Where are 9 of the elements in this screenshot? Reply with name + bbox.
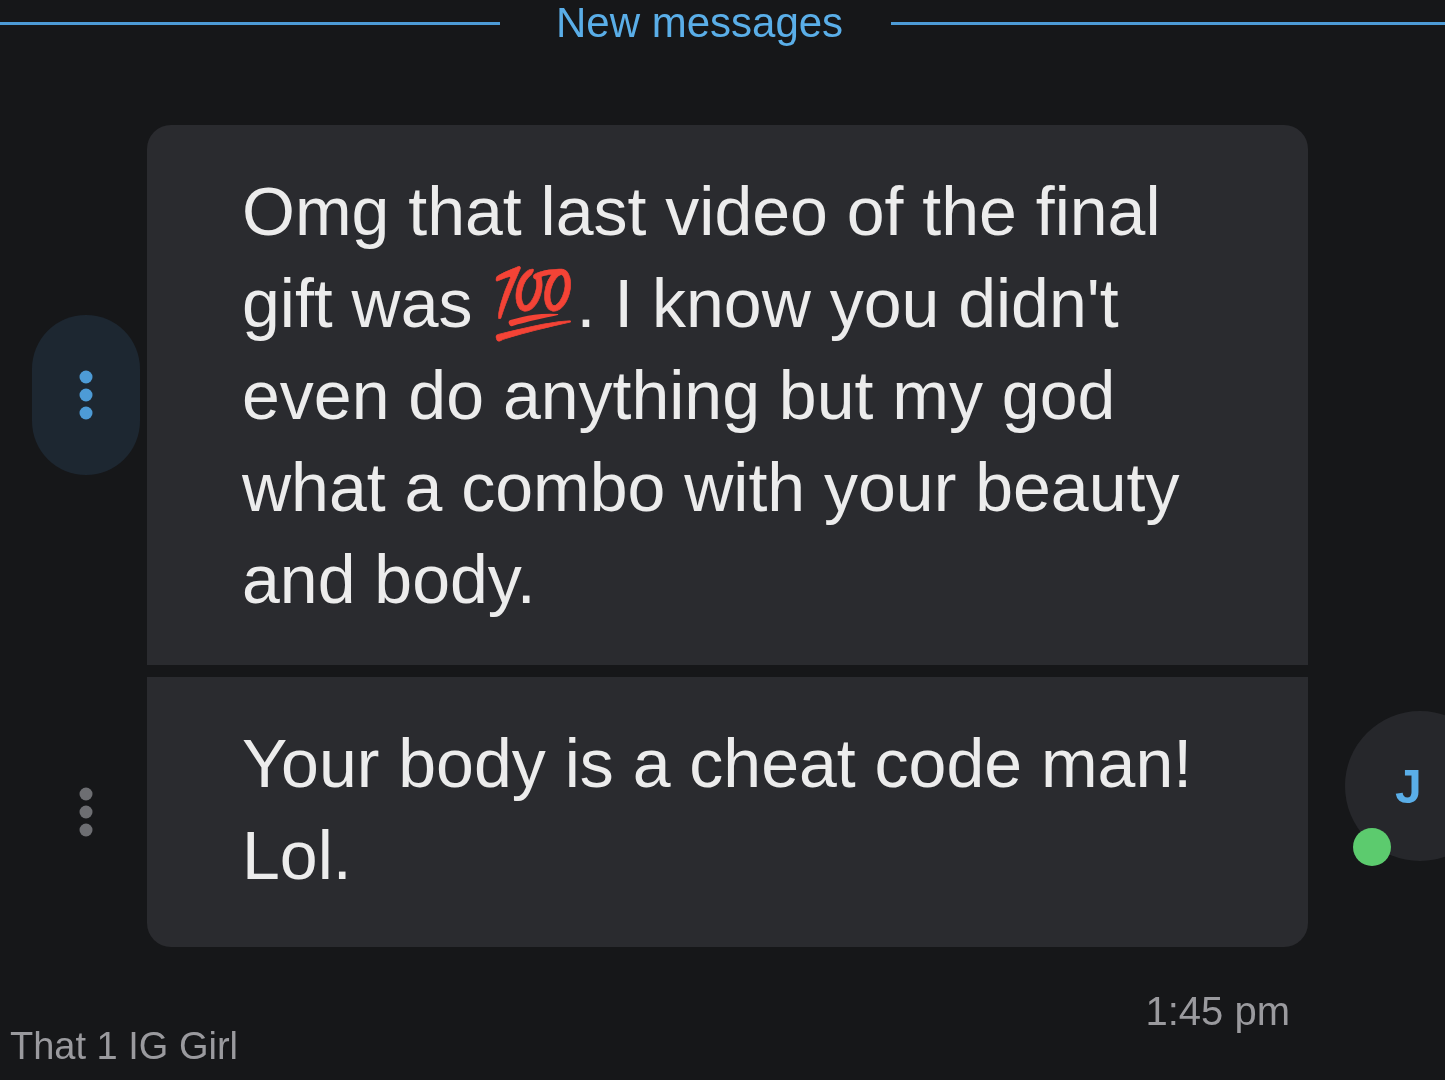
message-text: Your body is a cheat code man! Lol.	[242, 724, 1194, 895]
new-messages-label: New messages	[555, 0, 845, 46]
message-time: 1:45 pm	[1145, 989, 1290, 1034]
more-icon	[78, 786, 94, 838]
sender-name: That 1 IG Girl	[10, 1025, 239, 1067]
avatar-initials: J	[1394, 758, 1422, 814]
more-icon	[78, 369, 94, 421]
avatar[interactable]: J	[1345, 711, 1445, 861]
message-text: Omg that last video of the final gift was 💯. I know you didn't even do anything but my god what a combo with your beauty and body.	[242, 172, 1181, 619]
